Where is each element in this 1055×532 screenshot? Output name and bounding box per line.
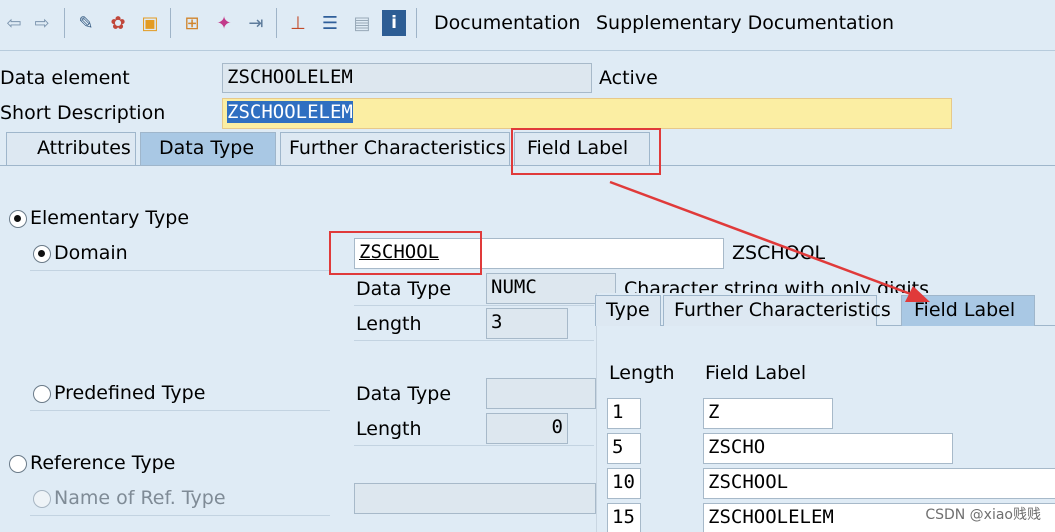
watermark: CSDN @xiao贱贱 bbox=[925, 507, 1041, 523]
annotation-arrow bbox=[609, 180, 930, 302]
